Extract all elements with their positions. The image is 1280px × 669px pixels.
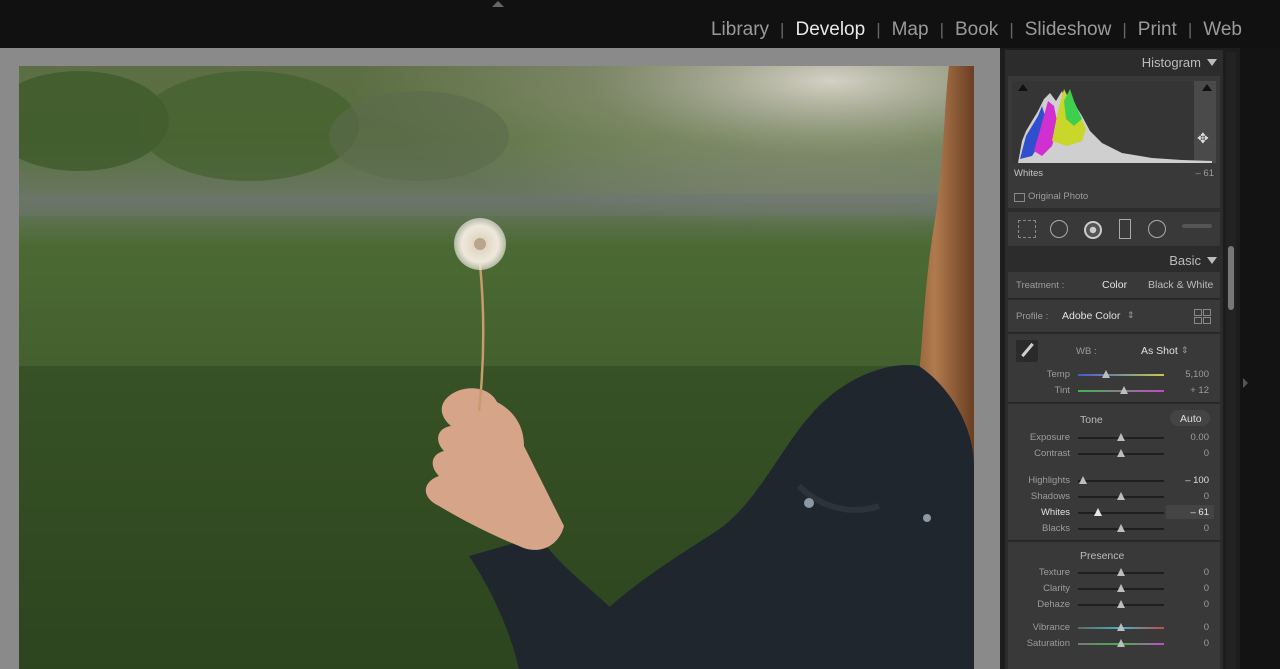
panel-scrollbar[interactable]	[1226, 52, 1236, 669]
highlights-slider-handle[interactable]	[1079, 476, 1087, 484]
clarity-label: Clarity	[1043, 583, 1070, 594]
whites-slider[interactable]	[1078, 512, 1164, 514]
exposure-label: Exposure	[1029, 432, 1070, 443]
tool-strip	[1008, 212, 1220, 246]
histogram[interactable]: ✥	[1012, 81, 1216, 163]
tone-label: Tone	[1080, 414, 1103, 426]
histogram-header[interactable]: Histogram	[1005, 50, 1223, 74]
highlight-clipping-icon[interactable]	[1202, 84, 1212, 91]
profile-label: Profile :	[1016, 311, 1049, 322]
dehaze-slider-handle[interactable]	[1117, 600, 1125, 608]
develop-right-panel: Histogram ✥ Whites – 61 Original Photo B…	[1005, 50, 1223, 669]
tone-auto-button[interactable]: Auto	[1170, 410, 1210, 426]
shadows-label: Shadows	[1030, 491, 1070, 502]
module-print[interactable]: Print	[1138, 19, 1177, 41]
texture-slider-handle[interactable]	[1117, 568, 1125, 576]
collapse-histogram-icon[interactable]	[1207, 59, 1217, 66]
contrast-value[interactable]: 0	[1204, 448, 1209, 459]
temp-slider-handle[interactable]	[1102, 370, 1110, 378]
tint-value[interactable]: + 12	[1190, 385, 1209, 396]
module-book[interactable]: Book	[955, 19, 998, 41]
collapse-basic-icon[interactable]	[1207, 257, 1217, 264]
move-cursor-icon: ✥	[1197, 130, 1209, 146]
histogram-hover-value: – 61	[1195, 168, 1215, 179]
treatment-row: Treatment : Color Black & White	[1008, 272, 1220, 298]
module-picker: Library | Develop | Map | Book | Slidesh…	[710, 19, 1242, 41]
whites-slider-handle[interactable]	[1094, 508, 1102, 516]
shadows-slider-handle[interactable]	[1117, 492, 1125, 500]
wb-label: WB :	[1076, 346, 1097, 357]
collapse-right-panel-arrow-icon[interactable]	[1243, 378, 1248, 388]
temp-value[interactable]: 5,100	[1185, 369, 1209, 380]
module-library[interactable]: Library	[711, 19, 769, 41]
histogram-panel: ✥ Whites – 61 Original Photo	[1008, 76, 1220, 208]
original-photo-label: Original Photo	[1028, 191, 1089, 202]
profile-chevron-icon: ⇕	[1127, 310, 1135, 320]
saturation-value[interactable]: 0	[1204, 638, 1209, 649]
whites-label: Whites	[1040, 507, 1070, 518]
saturation-label: Saturation	[1026, 638, 1070, 649]
treatment-label: Treatment :	[1016, 280, 1065, 291]
photo-preview[interactable]	[19, 66, 974, 669]
profile-row: Profile : Adobe Color ⇕	[1008, 300, 1220, 332]
spot-removal-icon[interactable]	[1050, 220, 1068, 238]
texture-label: Texture	[1038, 567, 1070, 578]
basic-title: Basic	[1169, 253, 1201, 268]
radial-filter-icon[interactable]	[1148, 220, 1166, 238]
module-web[interactable]: Web	[1203, 19, 1242, 41]
histogram-title: Histogram	[1141, 55, 1201, 70]
blacks-value[interactable]: 0	[1204, 523, 1209, 534]
module-map[interactable]: Map	[892, 19, 929, 41]
white-balance-section: WB : As Shot ⇕ Temp 5,100 Tint + 12	[1008, 334, 1220, 402]
treatment-bw-button[interactable]: Black & White	[1148, 279, 1213, 291]
texture-value[interactable]: 0	[1204, 567, 1209, 578]
module-develop[interactable]: Develop	[795, 19, 865, 41]
temp-label: Temp	[1046, 369, 1070, 380]
graduated-filter-icon[interactable]	[1119, 219, 1131, 239]
highlights-label: Highlights	[1028, 475, 1070, 486]
clarity-value[interactable]: 0	[1204, 583, 1209, 594]
collapse-top-panel-arrow-icon[interactable]	[492, 1, 504, 7]
dehaze-label: Dehaze	[1037, 599, 1070, 610]
vibrance-value[interactable]: 0	[1204, 622, 1209, 633]
basic-header[interactable]: Basic	[1005, 248, 1223, 272]
tint-slider-handle[interactable]	[1120, 386, 1128, 394]
exposure-slider-handle[interactable]	[1117, 433, 1125, 441]
contrast-slider-handle[interactable]	[1117, 449, 1125, 457]
shadows-value[interactable]: 0	[1204, 491, 1209, 502]
highlights-value[interactable]: – 100	[1185, 475, 1209, 486]
blacks-label: Blacks	[1042, 523, 1070, 534]
wb-selector-eyedropper-icon[interactable]	[1016, 340, 1038, 362]
adjustment-brush-icon[interactable]	[1182, 224, 1212, 228]
tint-label: Tint	[1054, 385, 1070, 396]
profile-dropdown[interactable]: Adobe Color	[1062, 310, 1120, 322]
shadow-clipping-icon[interactable]	[1018, 84, 1028, 91]
highlights-slider[interactable]	[1078, 480, 1164, 482]
blacks-slider-handle[interactable]	[1117, 524, 1125, 532]
contrast-label: Contrast	[1034, 448, 1070, 459]
module-bar: Library | Develop | Map | Book | Slidesh…	[0, 0, 1280, 48]
red-eye-icon[interactable]	[1084, 221, 1102, 239]
presence-section: Presence Texture 0 Clarity 0 Dehaze 0 Vi…	[1008, 542, 1220, 669]
histogram-hover-label: Whites	[1014, 168, 1044, 179]
wb-dropdown[interactable]: As Shot	[1141, 345, 1178, 357]
clarity-slider-handle[interactable]	[1117, 584, 1125, 592]
module-slideshow[interactable]: Slideshow	[1025, 19, 1112, 41]
loupe-view	[0, 48, 1000, 669]
tone-section: Tone Auto Exposure 0.00 Contrast 0 Highl…	[1008, 404, 1220, 540]
crop-icon[interactable]	[1018, 220, 1036, 238]
vibrance-slider-handle[interactable]	[1117, 623, 1125, 631]
temp-slider[interactable]	[1078, 374, 1164, 376]
profile-browser-icon[interactable]	[1194, 309, 1211, 324]
presence-label: Presence	[1080, 550, 1125, 562]
exposure-value[interactable]: 0.00	[1191, 432, 1210, 443]
vibrance-label: Vibrance	[1032, 622, 1070, 633]
panel-scrollbar-thumb[interactable]	[1228, 246, 1234, 310]
whites-value[interactable]: – 61	[1191, 507, 1210, 518]
original-photo-checkbox[interactable]	[1014, 193, 1025, 202]
dehaze-value[interactable]: 0	[1204, 599, 1209, 610]
saturation-slider-handle[interactable]	[1117, 639, 1125, 647]
wb-chevron-icon: ⇕	[1181, 345, 1189, 355]
treatment-color-button[interactable]: Color	[1102, 279, 1127, 291]
